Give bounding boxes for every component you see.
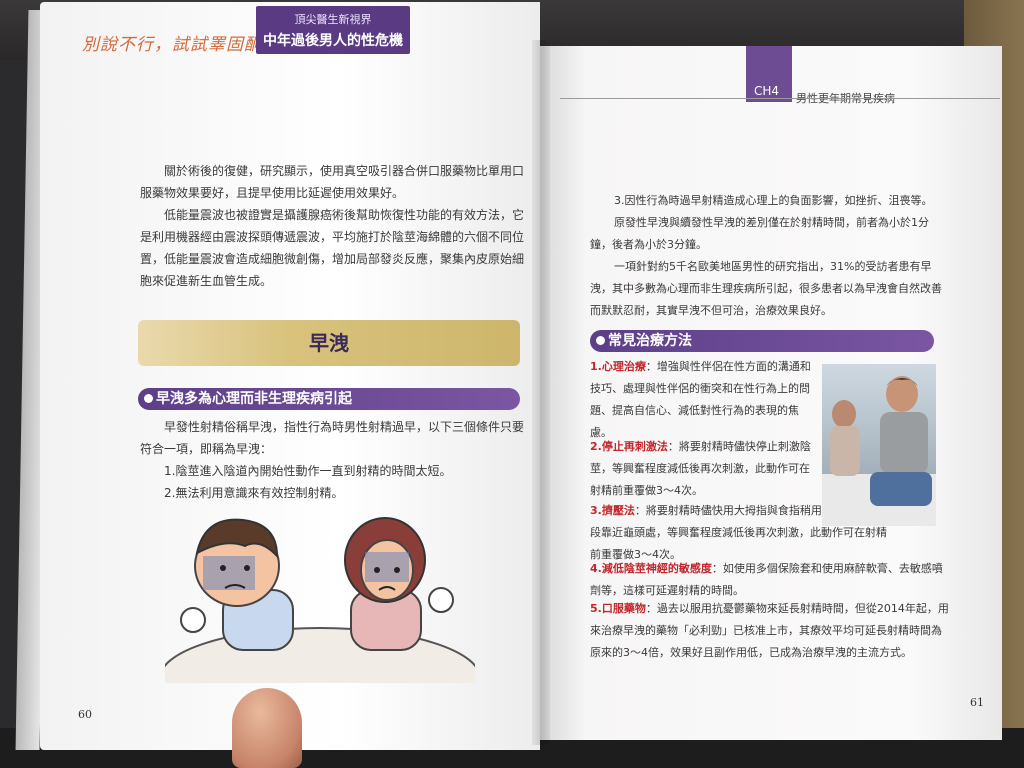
condition-item: 1.陰莖進入陰道內開始性動作一直到射精的時間太短。 [164, 464, 452, 478]
thumb [232, 688, 302, 768]
treatment-item: 4.減低陰莖神經的敏感度：如使用多個保險套和使用麻醉軟膏、去敏感噴劑等，這樣可延… [590, 558, 950, 602]
subsection-banner-left: 早洩多為心理而非生理疾病引起 [138, 388, 520, 410]
right-paragraph: 一項針對約5千名歐美地區男性的研究指出，31%的受訪者患有早洩，其中多數為心理而… [590, 260, 942, 317]
cartoon-couple-illustration [165, 517, 475, 683]
chapter-tab: CH4 [746, 46, 792, 102]
right-paragraph: 原發性早洩與續發性早洩的差別僅在於射精時間，前者為小於1分鐘，後者為小於3分鐘。 [590, 216, 929, 251]
bullet-icon [596, 336, 605, 345]
book-gutter [532, 40, 550, 745]
treatment-item: 2.停止再刺激法：將要射精時儘快停止刺激陰莖，等興奮程度減低後再次刺激，此動作可… [590, 436, 816, 502]
treatment-label: 1.心理治療 [590, 360, 646, 373]
definition-text: 早發性射精俗稱早洩，指性行為時男性射精過早，以下三個條件只要符合一項，即稱為早洩… [140, 416, 530, 504]
right-paragraph: 3.因性行為時過早射精造成心理上的負面影響，如挫折、沮喪等。 [614, 194, 933, 207]
page-number-left: 60 [78, 708, 92, 721]
section-title: 早洩 [138, 320, 520, 366]
intro-paragraph: 關於術後的復健，研究顯示，使用真空吸引器合併口服藥物比單用口服藥物效果要好，且提… [140, 164, 525, 200]
subsection-banner-right: 常見治療方法 [590, 330, 934, 352]
intro-text: 關於術後的復健，研究顯示，使用真空吸引器合併口服藥物比單用口服藥物效果要好，且提… [140, 160, 530, 292]
bullet-icon [144, 394, 153, 403]
page-number-right: 61 [970, 696, 984, 709]
right-intro-text: 3.因性行為時過早射精造成心理上的負面影響，如挫折、沮喪等。 原發性早洩與續發性… [590, 190, 950, 322]
treatment-item: 1.心理治療：增強與性伴侶在性方面的溝通和技巧、處理與性伴侶的衝突和在性行為上的… [590, 356, 816, 444]
header-rule [560, 98, 1000, 99]
intro-paragraph: 低能量震波也被證實是攝護腺癌術後幫助恢復性功能的有效方法，它是利用機器經由震波探… [140, 208, 525, 288]
couple-photo [822, 364, 936, 526]
treatment-label: 2.停止再刺激法 [590, 440, 668, 453]
definition: 早發性射精俗稱早洩，指性行為時男性射精過早，以下三個條件只要符合一項，即稱為早洩… [140, 420, 525, 456]
treatment-subsection-title: 常見治療方法 [608, 333, 692, 349]
chapter-label: CH4 [754, 84, 780, 98]
book-title: 中年過後男人的性危機 [263, 33, 403, 49]
condition-item: 2.無法利用意識來有效控制射精。 [164, 486, 344, 500]
treatment-label: 3.擠壓法 [590, 504, 635, 517]
treatment-label: 4.減低陰莖神經的敏感度 [590, 562, 712, 575]
treatment-item: 5.口服藥物：過去以服用抗憂鬱藥物來延長射精時間，但從2014年起，用來治療早洩… [590, 598, 950, 664]
subsection-title: 早洩多為心理而非生理疾病引起 [156, 391, 352, 407]
series-badge: 頂尖醫生新視界 中年過後男人的性危機 [256, 6, 410, 54]
book-tagline: 別說不行，試試睪固酮！ [82, 35, 280, 55]
treatment-label: 5.口服藥物 [590, 602, 646, 615]
series-label: 頂尖醫生新視界 [294, 13, 372, 26]
